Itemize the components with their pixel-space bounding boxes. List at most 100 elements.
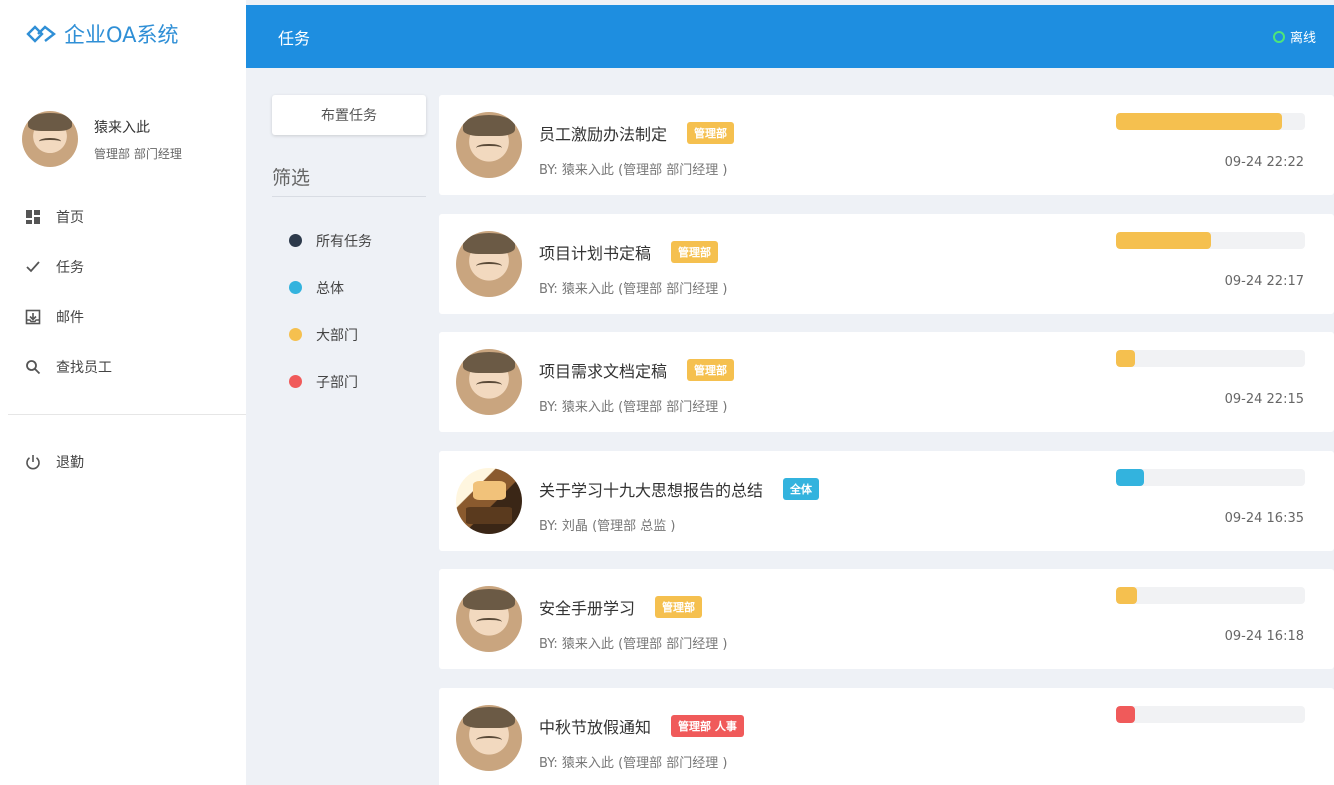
task-progress-fill bbox=[1116, 231, 1211, 249]
filter-list: 所有任务 总体 大部门 子部门 bbox=[272, 217, 426, 405]
avatar bbox=[456, 230, 522, 297]
status-text: 离线 bbox=[1289, 31, 1316, 46]
page-title: 任务 bbox=[278, 28, 311, 48]
avatar bbox=[456, 112, 522, 178]
task-tag-badge: 管理部 人事 bbox=[671, 714, 744, 737]
brand[interactable]: 企业OA系统 bbox=[0, 0, 246, 68]
nav-item-label: 邮件 bbox=[56, 310, 84, 326]
filter-item-label: 所有任务 bbox=[316, 233, 372, 250]
logo-icon bbox=[26, 25, 56, 43]
task-title-row: 中秋节放假通知 管理部 人事 bbox=[539, 714, 744, 738]
task-title-row: 员工激励办法制定 管理部 bbox=[539, 121, 735, 145]
task-progress-fill bbox=[1116, 468, 1145, 486]
user-profile[interactable]: 猿来入此 管理部 部门经理 bbox=[0, 68, 246, 188]
task-author: BY: 刘晶 (管理部 总监 ) bbox=[539, 518, 676, 534]
task-card[interactable]: 项目计划书定稿 管理部 BY: 猿来入此 (管理部 部门经理 ) 09-24 2… bbox=[439, 213, 1334, 314]
task-card[interactable]: 安全手册学习 管理部 BY: 猿来入此 (管理部 部门经理 ) 09-24 16… bbox=[439, 569, 1334, 669]
filter-item-label: 子部门 bbox=[316, 374, 358, 391]
filter-dot-icon bbox=[289, 328, 302, 341]
task-progress-fill bbox=[1116, 350, 1135, 367]
assign-task-button[interactable]: 布置任务 bbox=[272, 95, 426, 135]
task-title: 关于学习十九大思想报告的总结 bbox=[539, 480, 764, 500]
task-title: 中秋节放假通知 bbox=[539, 717, 652, 737]
task-progress-bar bbox=[1116, 587, 1305, 604]
nav-item-label: 任务 bbox=[56, 260, 84, 276]
user-title: 管理部 部门经理 bbox=[94, 146, 182, 161]
task-title-row: 项目计划书定稿 管理部 bbox=[539, 240, 719, 264]
filter-item-sub-department[interactable]: 子部门 bbox=[272, 358, 426, 405]
status-indicator[interactable]: 离线 bbox=[1272, 27, 1316, 46]
task-list: 员工激励办法制定 管理部 BY: 猿来入此 (管理部 部门经理 ) 09-24 … bbox=[439, 95, 1334, 785]
avatar bbox=[456, 467, 522, 534]
task-author: BY: 猿来入此 (管理部 部门经理 ) bbox=[539, 637, 728, 652]
task-time: 09-24 16:35 bbox=[1224, 510, 1304, 526]
task-card[interactable]: 项目需求文档定稿 管理部 BY: 猿来入此 (管理部 部门经理 ) 09-24 … bbox=[439, 332, 1334, 432]
task-title: 员工激励办法制定 bbox=[539, 125, 668, 144]
status-dot-icon bbox=[1272, 30, 1285, 43]
inbox-icon bbox=[24, 308, 42, 326]
task-time: 09-24 22:15 bbox=[1224, 392, 1304, 407]
filter-item-overall[interactable]: 总体 bbox=[272, 264, 426, 311]
avatar bbox=[456, 586, 522, 652]
nav-item-label: 首页 bbox=[56, 210, 84, 226]
task-tag-badge: 全体 bbox=[783, 477, 820, 500]
task-author: BY: 猿来入此 (管理部 部门经理 ) bbox=[539, 400, 728, 415]
nav-item-find-employee[interactable]: 查找员工 bbox=[0, 342, 246, 392]
filter-title: 筛选 bbox=[272, 163, 426, 197]
task-time: 09-24 16:18 bbox=[1224, 629, 1304, 644]
task-card[interactable]: 员工激励办法制定 管理部 BY: 猿来入此 (管理部 部门经理 ) 09-24 … bbox=[439, 95, 1334, 195]
nav-item-label: 退勤 bbox=[56, 455, 84, 471]
filter-dot-icon bbox=[289, 234, 302, 247]
nav-item-label: 查找员工 bbox=[56, 360, 112, 376]
check-icon bbox=[24, 258, 42, 276]
task-progress-bar bbox=[1116, 231, 1305, 249]
filter-item-label: 大部门 bbox=[316, 327, 358, 344]
avatar bbox=[456, 704, 522, 771]
task-author: BY: 猿来入此 (管理部 部门经理 ) bbox=[539, 755, 728, 771]
sidebar: 企业OA系统 猿来入此 管理部 部门经理 首页 任务 邮件 查找员工 退勤 bbox=[0, 0, 246, 785]
filter-panel: 布置任务 筛选 所有任务 总体 大部门 子部门 bbox=[272, 95, 426, 405]
task-title-row: 项目需求文档定稿 管理部 bbox=[539, 358, 735, 382]
user-name: 猿来入此 bbox=[94, 119, 150, 136]
dashboard-icon bbox=[24, 208, 42, 226]
avatar bbox=[456, 349, 522, 415]
task-progress-fill bbox=[1116, 587, 1137, 604]
avatar bbox=[22, 111, 78, 167]
top-header: 任务 离线 bbox=[246, 5, 1334, 68]
task-progress-fill bbox=[1116, 113, 1283, 130]
task-progress-bar bbox=[1116, 113, 1305, 130]
task-card[interactable]: 中秋节放假通知 管理部 人事 BY: 猿来入此 (管理部 部门经理 ) bbox=[439, 687, 1334, 785]
task-tag-badge: 管理部 bbox=[671, 240, 719, 263]
search-icon bbox=[24, 358, 42, 376]
task-progress-bar bbox=[1116, 705, 1305, 723]
task-tag-badge: 管理部 bbox=[687, 359, 735, 381]
nav-item-mail[interactable]: 邮件 bbox=[0, 292, 246, 342]
task-progress-bar bbox=[1116, 468, 1305, 486]
filter-dot-icon bbox=[289, 375, 302, 388]
task-title: 项目需求文档定稿 bbox=[539, 362, 668, 381]
task-progress-fill bbox=[1116, 705, 1135, 723]
task-title: 安全手册学习 bbox=[539, 599, 636, 618]
nav-item-tasks[interactable]: 任务 bbox=[0, 242, 246, 292]
task-tag-badge: 管理部 bbox=[655, 596, 703, 618]
profile-text: 猿来入此 管理部 部门经理 bbox=[94, 117, 182, 162]
task-title-row: 安全手册学习 管理部 bbox=[539, 595, 703, 619]
task-time: 09-24 22:17 bbox=[1224, 273, 1304, 289]
nav-item-home[interactable]: 首页 bbox=[0, 192, 246, 242]
task-title: 项目计划书定稿 bbox=[539, 243, 652, 263]
task-progress-bar bbox=[1116, 350, 1305, 367]
task-author: BY: 猿来入此 (管理部 部门经理 ) bbox=[539, 163, 728, 178]
task-card[interactable]: 关于学习十九大思想报告的总结 全体 BY: 刘晶 (管理部 总监 ) 09-24… bbox=[439, 450, 1334, 551]
filter-dot-icon bbox=[289, 281, 302, 294]
task-time: 09-24 22:22 bbox=[1224, 155, 1304, 170]
task-title-row: 关于学习十九大思想报告的总结 全体 bbox=[539, 477, 820, 501]
filter-item-label: 总体 bbox=[316, 280, 344, 297]
power-icon bbox=[24, 453, 42, 471]
filter-item-department[interactable]: 大部门 bbox=[272, 311, 426, 358]
main-nav: 首页 任务 邮件 查找员工 退勤 bbox=[0, 188, 246, 487]
nav-divider bbox=[8, 414, 246, 415]
task-author: BY: 猿来入此 (管理部 部门经理 ) bbox=[539, 281, 728, 297]
app-title: 企业OA系统 bbox=[64, 23, 179, 47]
nav-item-logout[interactable]: 退勤 bbox=[0, 437, 246, 487]
filter-item-all[interactable]: 所有任务 bbox=[272, 217, 426, 264]
